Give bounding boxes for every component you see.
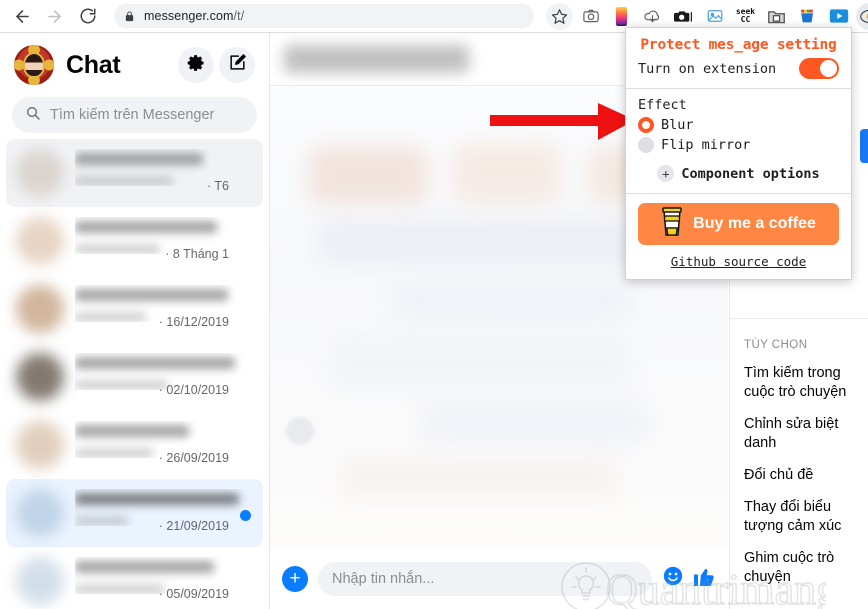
conversation-timestamp: · 8 Tháng 1 (165, 247, 229, 261)
message-avatar-blurred (286, 417, 314, 445)
protect-message-extension-icon[interactable] (856, 2, 868, 30)
conversation-timestamp: · 21/09/2019 (158, 519, 229, 533)
buy-me-a-coffee-label: Buy me a coffee (693, 215, 816, 232)
message-composer: + Nhập tin nhắn... (270, 548, 728, 609)
effect-option-blur-label: Blur (661, 117, 694, 133)
effect-option-flip-mirror-label: Flip mirror (661, 137, 751, 153)
emoji-button[interactable] (662, 565, 684, 592)
conversation-timestamp: · 05/09/2019 (158, 587, 229, 601)
list-item[interactable]: · 26/09/2019 (6, 411, 263, 479)
cloud-download-icon[interactable] (639, 3, 666, 30)
unread-badge (240, 510, 251, 521)
photo-camera-icon[interactable] (670, 3, 697, 30)
extension-popup: Protect mes_age setting Turn on extensio… (625, 27, 852, 280)
compose-button[interactable] (219, 47, 255, 83)
buy-me-a-coffee-button[interactable]: Buy me a coffee (638, 203, 839, 245)
popup-title: Protect mes_age setting (640, 37, 837, 53)
gradient-app-icon[interactable] (608, 3, 635, 30)
address-bar[interactable]: messenger.com/t/ (114, 4, 534, 28)
avatar[interactable] (14, 45, 54, 85)
conversation-list: · T6 · 8 Tháng 1 · 16/12/2019 · 02/10/20… (0, 139, 269, 609)
component-options-button[interactable]: + Component options (626, 155, 851, 193)
folder-icon[interactable] (763, 3, 790, 30)
url-text: messenger.com/t/ (144, 9, 245, 23)
chat-sidebar: Chat Tìm kiếm trên Messenger · T6 · 8 Th… (0, 33, 270, 609)
effect-option-flip-mirror[interactable]: Flip mirror (626, 135, 851, 155)
list-item[interactable]: · T6 (6, 139, 263, 207)
component-options-label: Component options (681, 165, 820, 182)
toolbar-icons: seek CC (544, 2, 868, 30)
turn-on-extension-label: Turn on extension (638, 60, 777, 77)
plus-circle-icon: + (657, 165, 675, 182)
search-icon (25, 105, 41, 126)
sidebar-header: Chat (0, 33, 269, 89)
thumbs-up-icon (692, 564, 716, 593)
github-source-link[interactable]: Github source code (671, 254, 806, 269)
coffee-cup-icon (661, 207, 683, 241)
radio-unselected-icon (638, 137, 654, 153)
popup-header-section: Protect mes_age setting Turn on extensio… (626, 28, 851, 89)
effect-label: Effect (638, 97, 687, 113)
search-placeholder: Tìm kiếm trên Messenger (50, 107, 215, 123)
thread-title-blurred (284, 45, 469, 73)
effect-option-blur[interactable]: Blur (626, 115, 851, 135)
compose-icon (228, 53, 247, 77)
search-container: Tìm kiếm trên Messenger (0, 89, 269, 139)
search-input[interactable]: Tìm kiếm trên Messenger (12, 97, 257, 133)
back-button[interactable] (8, 2, 36, 30)
toggle-knob (820, 60, 837, 77)
popup-effect-section: Effect Blur Flip mirror + Component opti… (626, 89, 851, 194)
radio-selected-icon (638, 117, 654, 133)
seek-cc-icon[interactable]: seek CC (732, 3, 759, 30)
browser-window: messenger.com/t/ seek CC Chat Tìm kiếm t… (0, 0, 868, 609)
message-placeholder: Nhập tin nhắn... (332, 570, 435, 587)
gear-icon (186, 53, 206, 78)
camera-icon[interactable] (577, 3, 604, 30)
details-option-emoji[interactable]: Thay đổi biểu tượng cảm xúc (730, 485, 868, 536)
conversation-timestamp: · T6 (207, 179, 229, 193)
conversation-timestamp: · 26/09/2019 (158, 451, 229, 465)
image-icon[interactable] (701, 3, 728, 30)
add-attachment-button[interactable]: + (282, 565, 308, 592)
forward-button[interactable] (40, 2, 68, 30)
message-input[interactable]: Nhập tin nhắn... (318, 561, 652, 596)
details-option-nickname[interactable]: Chỉnh sửa biệt danh (730, 402, 868, 453)
list-item[interactable]: · 8 Tháng 1 (6, 207, 263, 275)
bookmark-star-icon[interactable] (546, 2, 573, 30)
page-title: Chat (66, 50, 121, 79)
conversation-timestamp: · 16/12/2019 (158, 315, 229, 329)
blue-edge-element (860, 129, 868, 163)
list-item[interactable]: · 21/09/2019 (6, 479, 263, 547)
paint-bucket-icon[interactable] (794, 3, 821, 30)
settings-button[interactable] (178, 47, 214, 83)
details-option-pin[interactable]: Ghim cuộc trò chuyện (730, 536, 868, 587)
turn-on-extension-toggle[interactable] (799, 58, 839, 79)
turn-on-extension-row: Turn on extension (626, 56, 851, 88)
like-button[interactable] (692, 564, 716, 593)
conversation-timestamp: · 02/10/2019 (158, 383, 229, 397)
lock-icon (124, 10, 135, 23)
list-item[interactable]: · 05/09/2019 (6, 547, 263, 609)
emoji-icon (662, 565, 684, 592)
popup-footer-section: Buy me a coffee Github source code (626, 194, 851, 279)
details-section-title: TÙY CHỌN (744, 339, 808, 351)
list-item[interactable]: · 16/12/2019 (6, 275, 263, 343)
plus-icon: + (289, 568, 301, 589)
reload-button[interactable] (74, 2, 102, 30)
details-option-search[interactable]: Tìm kiếm trong cuộc trò chuyện (730, 351, 868, 402)
video-player-icon[interactable] (825, 3, 852, 30)
details-option-theme[interactable]: Đổi chủ đề (730, 453, 868, 485)
list-item[interactable]: · 02/10/2019 (6, 343, 263, 411)
